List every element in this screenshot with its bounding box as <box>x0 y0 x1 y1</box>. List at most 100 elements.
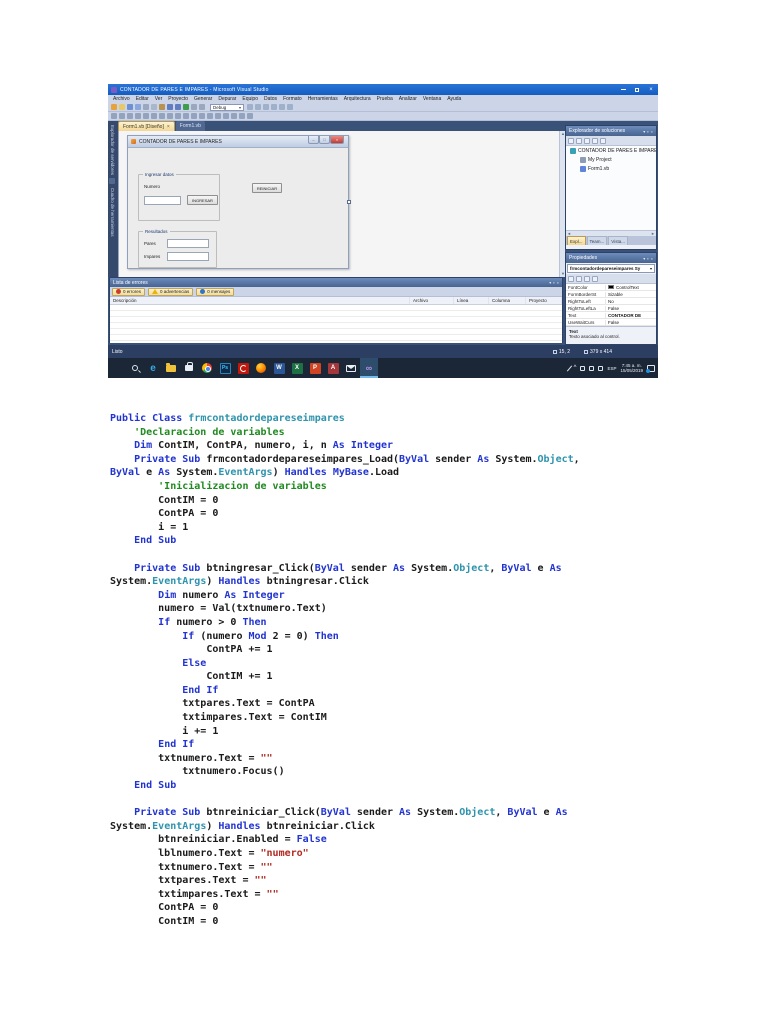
menu-item-ayuda[interactable]: Ayuda <box>444 96 464 102</box>
network-icon[interactable] <box>580 365 586 371</box>
tab-form1-vb-dise-o[interactable]: Form1.vb [Diseño] × <box>118 121 175 131</box>
start-icon[interactable] <box>108 358 126 378</box>
designed-form[interactable]: CONTADOR DE PARES E IMPARES – □ × Ingres… <box>127 135 351 269</box>
filter-0-mensajes[interactable]: 0 mensajes <box>196 287 235 296</box>
property-row-formborderst[interactable]: FormBorderSt Sizable <box>566 291 656 298</box>
store-icon[interactable] <box>180 358 198 378</box>
tree-item-form1-vb[interactable]: Form1.vb <box>566 164 656 173</box>
home-icon[interactable] <box>568 137 574 144</box>
designer-layout-tool-icon[interactable] <box>175 113 181 119</box>
property-row-fontcolor[interactable]: FontColor ControlText <box>566 284 656 291</box>
window-menu-icon[interactable]: ▾ <box>643 129 645 134</box>
copy-icon[interactable] <box>151 104 157 110</box>
menu-item-ventana[interactable]: Ventana <box>420 96 444 102</box>
ingresar-button[interactable]: INGRESAR <box>187 195 218 205</box>
categorized-icon[interactable] <box>568 275 574 282</box>
close-icon[interactable]: × <box>644 84 658 95</box>
property-row-usewaitcurs[interactable]: UseWaitCurs False <box>566 319 656 326</box>
column-header-proyecto[interactable]: Proyecto <box>526 297 562 304</box>
access-icon[interactable]: A <box>324 358 342 378</box>
volume-icon[interactable] <box>589 365 595 371</box>
designer-layout-tool-icon[interactable] <box>135 113 141 119</box>
menu-item-ver[interactable]: Ver <box>152 96 166 102</box>
scroll-right-icon[interactable]: ► <box>651 231 655 236</box>
paste-icon[interactable] <box>159 104 165 110</box>
refresh-icon[interactable] <box>576 137 582 144</box>
view-designer-icon[interactable] <box>592 137 598 144</box>
panel-close-icon[interactable]: × <box>651 129 653 134</box>
object-selector[interactable]: frmcontadordepareseimpares Sy ▾ <box>567 264 655 273</box>
chrome-icon[interactable] <box>198 358 216 378</box>
powerpoint-icon[interactable]: P <box>306 358 324 378</box>
chevron-down-icon[interactable]: ▾ <box>650 266 652 271</box>
column-header-l-nea[interactable]: Línea <box>454 297 489 304</box>
designer-layout-tool-icon[interactable] <box>183 113 189 119</box>
column-header-descripci-n[interactable]: Descripción <box>110 297 410 304</box>
pen-icon[interactable] <box>566 364 572 372</box>
toolbar-tool-icon[interactable] <box>255 104 261 110</box>
designer-layout-tool-icon[interactable] <box>191 113 197 119</box>
menu-item-datos[interactable]: Datos <box>261 96 280 102</box>
designer-layout-tool-icon[interactable] <box>111 113 117 119</box>
mail-icon[interactable] <box>342 358 360 378</box>
language-indicator[interactable]: ESP <box>607 366 616 371</box>
property-row-text[interactable]: Text CONTADOR DE <box>566 312 656 319</box>
toolbar-tool-icon[interactable] <box>287 104 293 110</box>
pin-icon[interactable]: ▪ <box>647 256 648 261</box>
designer-layout-tool-icon[interactable] <box>239 113 245 119</box>
reiniciar-button[interactable]: REINICIAR <box>252 183 282 193</box>
property-row-righttoleft[interactable]: RightToLeft No <box>566 298 656 305</box>
properties-icon[interactable] <box>600 137 606 144</box>
tool-tab-team[interactable]: Team... <box>586 236 608 245</box>
designer-layout-tool-icon[interactable] <box>127 113 133 119</box>
debug-configuration-select[interactable]: Debug ▾ <box>210 103 244 111</box>
panel-close-icon[interactable]: × <box>651 256 653 261</box>
save-icon[interactable] <box>127 104 133 110</box>
open-file-icon[interactable] <box>119 104 125 110</box>
redo-icon[interactable] <box>175 104 181 110</box>
filter-0-errores[interactable]: 0 errores <box>112 287 146 296</box>
designer-layout-tool-icon[interactable] <box>119 113 125 119</box>
edge-icon[interactable]: e <box>144 358 162 378</box>
tree-item-my-project[interactable]: My Project <box>566 155 656 164</box>
toolbar-tool-icon[interactable] <box>263 104 269 110</box>
filter-0-advertencias[interactable]: 0 advertencias <box>148 287 194 296</box>
tool-tab-expl[interactable]: Expl... <box>567 236 586 245</box>
tab-form1-vb[interactable]: Form1.vb <box>175 121 205 131</box>
search-icon[interactable] <box>126 358 144 378</box>
property-row-righttoleftla[interactable]: RightToLeftLa False <box>566 305 656 312</box>
save-all-icon[interactable] <box>135 104 141 110</box>
numero-textbox[interactable] <box>144 196 181 205</box>
word-icon[interactable]: W <box>270 358 288 378</box>
designer-layout-tool-icon[interactable] <box>151 113 157 119</box>
menu-item-generar[interactable]: Generar <box>191 96 215 102</box>
menu-item-equipo[interactable]: Equipo <box>239 96 261 102</box>
menu-item-depurar[interactable]: Depurar <box>215 96 239 102</box>
menu-item-analizar[interactable]: Analizar <box>396 96 420 102</box>
stop-icon[interactable] <box>199 104 205 110</box>
designer-layout-tool-icon[interactable] <box>215 113 221 119</box>
toolbar-tool-icon[interactable] <box>247 104 253 110</box>
toolbar-tool-icon[interactable] <box>279 104 285 110</box>
menu-item-proyecto[interactable]: Proyecto <box>165 96 191 102</box>
maximize-icon[interactable] <box>630 84 644 95</box>
file-explorer-icon[interactable] <box>162 358 180 378</box>
designer-layout-tool-icon[interactable] <box>199 113 205 119</box>
side-tab-explorador-de-servidores[interactable]: Explorador de servidores <box>110 125 115 175</box>
new-project-icon[interactable] <box>111 104 117 110</box>
impares-textbox[interactable] <box>167 252 209 261</box>
action-center-icon[interactable] <box>646 364 655 373</box>
designer-layout-tool-icon[interactable] <box>207 113 213 119</box>
chevron-down-icon[interactable]: ▾ <box>239 105 241 110</box>
break-icon[interactable] <box>191 104 197 110</box>
pares-textbox[interactable] <box>167 239 209 248</box>
tree-item-contador-de-pares-e-impare[interactable]: CONTADOR DE PARES E IMPARE <box>566 146 656 155</box>
view-code-icon[interactable] <box>584 137 590 144</box>
start-debug-icon[interactable] <box>183 104 189 110</box>
menu-item-formato[interactable]: Formato <box>280 96 305 102</box>
menu-item-editar[interactable]: Editar <box>133 96 152 102</box>
events-icon[interactable] <box>592 275 598 282</box>
form-resize-handle[interactable] <box>347 200 351 204</box>
chevron-up-icon[interactable]: ^ <box>574 365 577 371</box>
tab-close-icon[interactable]: × <box>167 124 170 130</box>
